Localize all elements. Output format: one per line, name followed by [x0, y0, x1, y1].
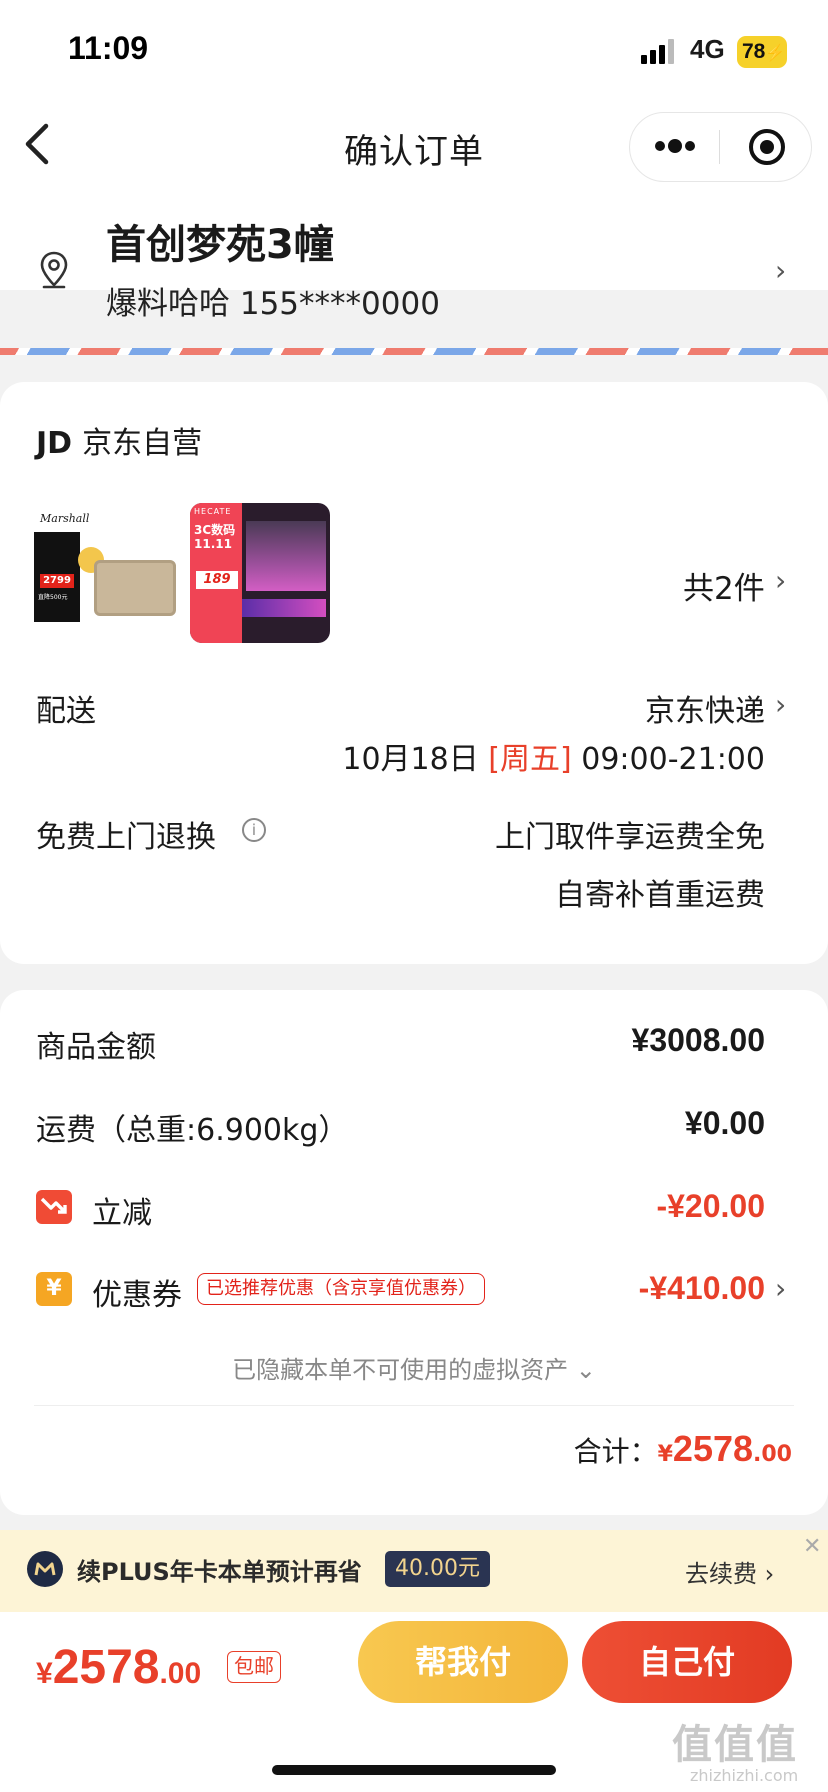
airmail-stripe [0, 348, 828, 355]
target-icon[interactable] [749, 129, 785, 165]
chevron-right-icon[interactable]: › [775, 564, 786, 597]
battery-level: 78 [742, 40, 766, 63]
product-brand: Marshall [40, 512, 90, 525]
delivery-label: 配送 [36, 694, 96, 729]
location-pin-icon [38, 250, 70, 290]
info-icon[interactable]: i [242, 818, 266, 842]
bottom-price-dec: .00 [159, 1657, 202, 1690]
product-brand: HECATE [194, 507, 232, 516]
coupon-value[interactable]: -¥410.00 [480, 1270, 765, 1307]
total-symbol: ¥ [657, 1442, 673, 1467]
plus-banner-amount: 40.00元 [385, 1551, 490, 1587]
coupon-icon: ¥ [36, 1272, 72, 1306]
coupon-tag[interactable]: 已选推荐优惠（含京享值优惠券） [197, 1273, 485, 1305]
delivery-method[interactable]: 京东快递 [560, 686, 765, 730]
returns-line1: 上门取件享运费全免 [495, 820, 765, 855]
price-drop-icon [36, 1190, 72, 1224]
more-dots-icon[interactable] [654, 138, 696, 154]
product-label: 3C数码 11.11 [194, 523, 236, 551]
chevron-down-icon: ⌄ [575, 1356, 596, 1384]
jd-logo: JD [36, 426, 73, 461]
chevron-right-icon[interactable]: › [775, 688, 786, 721]
pay-myself-button[interactable]: 自己付 [582, 1621, 792, 1703]
shipping-label: 运费（总重:6.900kg） [36, 1113, 349, 1148]
chevron-right-icon: › [764, 1560, 775, 1588]
chevron-right-icon[interactable]: › [775, 254, 786, 287]
plus-banner-text: 续PLUS年卡本单预计再省 [77, 1558, 362, 1586]
goods-amount-value: ¥3008.00 [631, 1022, 765, 1058]
item-count[interactable]: 共2件 [683, 563, 765, 608]
returns-label: 免费上门退换 [36, 820, 216, 855]
product-thumbnail-marshall[interactable]: Marshall 2799 直降500元 [34, 502, 180, 644]
battery-icon: 78⚡ [737, 36, 787, 68]
soundbar-image [242, 599, 326, 617]
delivery-date: 10月18日 [342, 742, 479, 777]
address-contact: 爆料哈哈 155****0000 [106, 286, 440, 322]
total-label: 合计： [573, 1435, 658, 1468]
hidden-assets-toggle[interactable]: 已隐藏本单不可使用的虚拟资产 ⌄ [0, 1350, 828, 1385]
watermark-url: zhizhizhi.com [690, 1766, 799, 1785]
home-indicator[interactable] [272, 1765, 556, 1775]
monitor-image [246, 521, 326, 591]
bottom-price-symbol: ¥ [36, 1657, 53, 1690]
shop-name: 京东自营 [82, 426, 203, 461]
signal-icon [641, 38, 677, 64]
delivery-weekday: [周五] [488, 742, 572, 777]
product-price-badge: 189 [196, 571, 238, 589]
total-int: 2578 [672, 1428, 754, 1469]
plus-renew-link[interactable]: 去续费 › [685, 1554, 774, 1589]
network-type: 4G [690, 34, 725, 64]
plus-crown-icon [27, 1551, 63, 1587]
shipping-value: ¥0.00 [684, 1105, 765, 1141]
chevron-right-icon[interactable]: › [775, 1272, 786, 1305]
free-shipping-badge: 包邮 [227, 1651, 281, 1683]
bottom-price: ¥2578.00 [36, 1640, 201, 1695]
plus-renew-label: 去续费 [685, 1560, 757, 1588]
shop-name-row: JD 京东自营 [36, 418, 202, 462]
product-promo-text: 直降500元 [38, 594, 68, 601]
instant-discount-value: -¥20.00 [656, 1188, 765, 1224]
watermark: 值值值 [672, 1722, 798, 1768]
product-price-badge: 2799 [40, 574, 74, 588]
capsule-divider [719, 130, 720, 164]
help-me-pay-button[interactable]: 帮我付 [358, 1621, 568, 1703]
goods-amount-label: 商品金额 [36, 1030, 156, 1065]
product-thumbnail-hecate[interactable]: HECATE 3C数码 11.11 189 [190, 503, 330, 643]
address-title: 首创梦苑3幢 [106, 222, 334, 268]
delivery-slot: 10月18日 [周五] 09:00-21:00 [300, 734, 765, 778]
divider [34, 1405, 794, 1406]
coupon-label: 优惠券 [92, 1278, 182, 1313]
delivery-time-range: 09:00-21:00 [581, 742, 765, 777]
instant-discount-label: 立减 [92, 1196, 152, 1231]
hidden-assets-text: 已隐藏本单不可使用的虚拟资产 [232, 1356, 569, 1384]
close-icon[interactable]: ✕ [803, 1534, 821, 1559]
bottom-price-int: 2578 [52, 1641, 160, 1694]
total-dec: .00 [753, 1442, 792, 1467]
status-time: 11:09 [68, 30, 149, 66]
total-row: 合计：¥2578.00 [420, 1428, 792, 1470]
speaker-image [94, 560, 176, 616]
returns-line2: 自寄补首重运费 [555, 878, 765, 913]
